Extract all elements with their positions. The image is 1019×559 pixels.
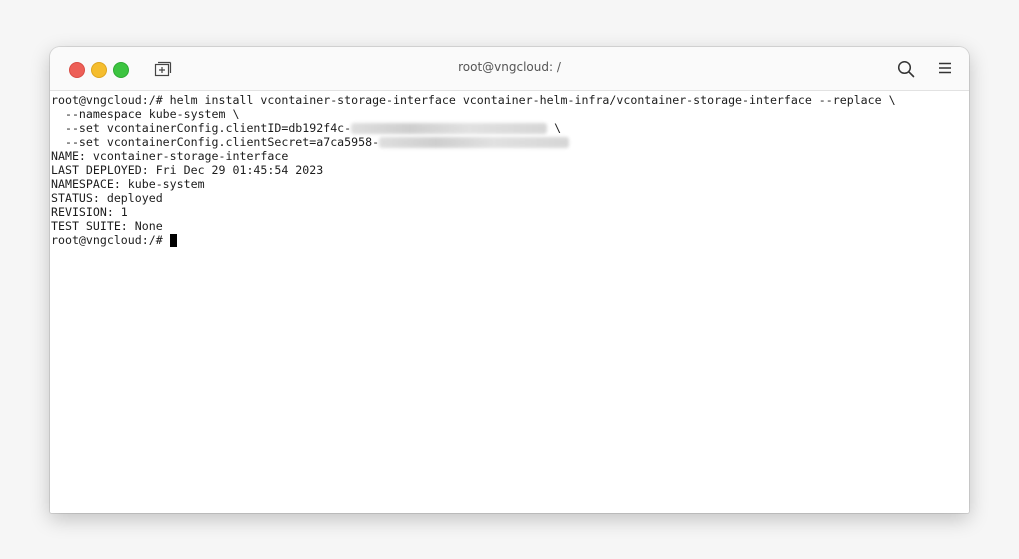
terminal-prompt: root@vngcloud:/# xyxy=(51,233,170,247)
terminal-line: NAMESPACE: kube-system xyxy=(51,177,205,191)
terminal-line-text: \ xyxy=(547,121,562,135)
terminal-line: --set vcontainerConfig.clientSecret=a7ca… xyxy=(50,135,969,149)
window-title: root@vngcloud: / xyxy=(458,60,561,74)
terminal-line: NAME: vcontainer-storage-interface xyxy=(51,149,289,163)
redacted-client-secret xyxy=(379,137,570,148)
terminal-line: --set vcontainerConfig.clientID=db192f4c… xyxy=(50,121,969,135)
title-bar[interactable]: root@vngcloud: / xyxy=(50,47,969,91)
terminal-line-text: --set vcontainerConfig.clientID=db192f4c… xyxy=(51,121,352,135)
terminal-line: REVISION: 1 xyxy=(51,205,128,219)
terminal-prompt-line[interactable]: root@vngcloud:/# xyxy=(50,233,969,247)
terminal-line: root@vngcloud:/# helm install vcontainer… xyxy=(51,93,896,107)
terminal-line-text: --set vcontainerConfig.clientSecret=a7ca… xyxy=(51,135,380,149)
redacted-client-id xyxy=(351,123,548,134)
terminal-line: STATUS: deployed xyxy=(51,191,163,205)
terminal-window: root@vngcloud: / root@vngcloud:/# helm i… xyxy=(50,47,969,513)
terminal-output[interactable]: root@vngcloud:/# helm install vcontainer… xyxy=(50,91,969,513)
terminal-cursor xyxy=(169,234,177,247)
terminal-line: TEST SUITE: None xyxy=(51,219,163,233)
terminal-line: --namespace kube-system \ xyxy=(51,107,240,121)
search-icon[interactable] xyxy=(897,60,915,78)
terminal-line: LAST DEPLOYED: Fri Dec 29 01:45:54 2023 xyxy=(51,163,324,177)
hamburger-menu-icon[interactable] xyxy=(938,62,952,74)
